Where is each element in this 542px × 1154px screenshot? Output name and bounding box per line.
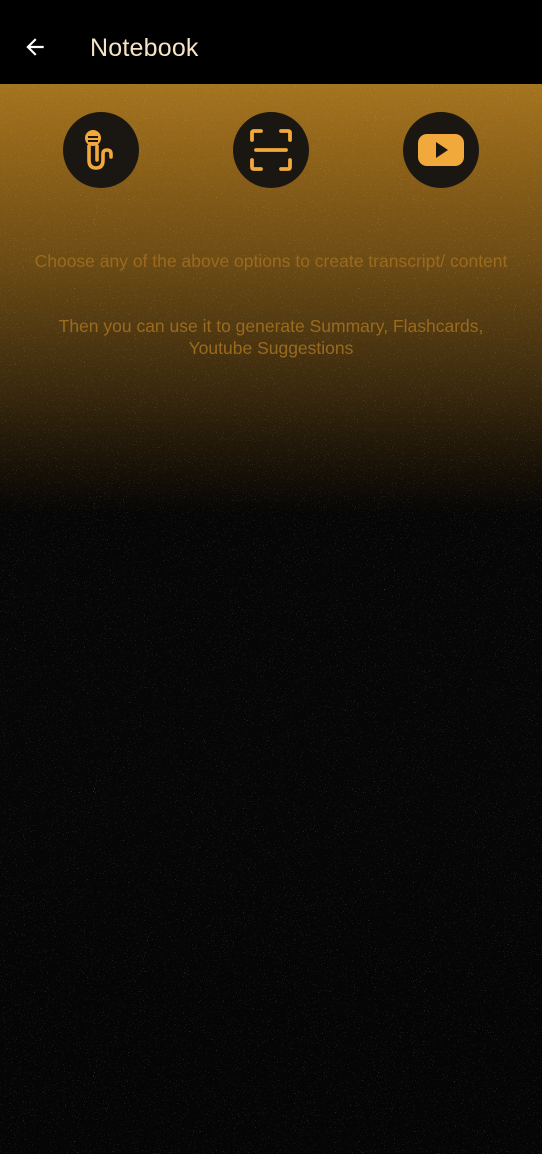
usage-text: Then you can use it to generate Summary,… [58, 316, 484, 358]
youtube-link-button[interactable] [403, 112, 479, 188]
microphone-icon [85, 130, 113, 170]
page-title: Notebook [90, 34, 199, 62]
scan-icon [250, 129, 292, 171]
youtube-icon [418, 134, 464, 166]
notebook-screen: Notebook Choose any of the above options… [0, 0, 542, 1154]
grain-texture [0, 84, 542, 1154]
instruction-text: Choose any of the above options to creat… [34, 251, 508, 271]
app-bar: Notebook [0, 0, 542, 84]
input-options [0, 112, 542, 188]
back-button[interactable] [18, 30, 52, 64]
arrow-left-icon [26, 38, 44, 56]
voice-record-button[interactable] [63, 112, 139, 188]
gradient-background [0, 84, 542, 1154]
scan-document-button[interactable] [233, 112, 309, 188]
